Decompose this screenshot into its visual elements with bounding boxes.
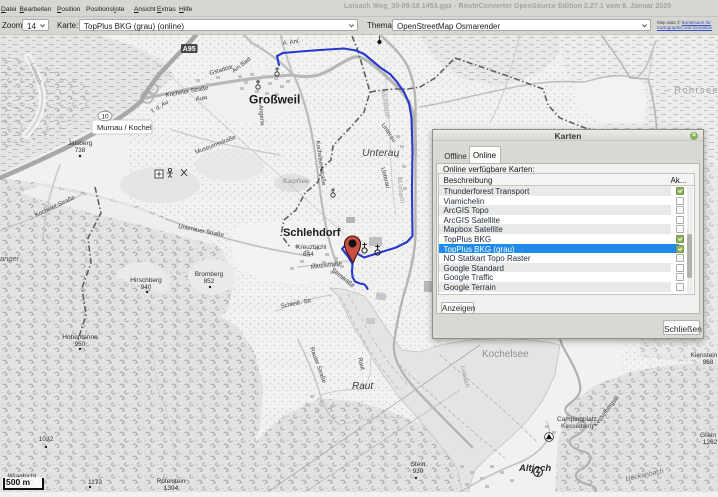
svg-text:Unterau: Unterau (362, 147, 400, 159)
svg-text:Hohentanne: Hohentanne (62, 334, 98, 341)
svg-text:1394: 1394 (164, 485, 179, 492)
svg-text:1262: 1262 (703, 439, 718, 446)
svg-text:Großweil: Großweil (249, 93, 300, 107)
svg-text:Murnau / Kochel: Murnau / Kochel (97, 123, 152, 132)
svg-text:Bromberg: Bromberg (195, 271, 224, 278)
svg-text:Kienstein: Kienstein (691, 352, 718, 359)
svg-text:Grain: Grain (700, 432, 716, 439)
svg-text:738: 738 (75, 147, 86, 154)
svg-text:852: 852 (204, 278, 215, 285)
svg-text:Karpfsee: Karpfsee (283, 178, 309, 185)
svg-text:anger: anger (0, 254, 20, 263)
svg-text:Rötelstein: Rötelstein (157, 478, 186, 485)
svg-text:Schlehdorf: Schlehdorf (283, 227, 341, 239)
svg-text:– Rohrsee: – Rohrsee (664, 85, 718, 95)
svg-text:1173: 1173 (88, 479, 102, 486)
svg-text:A95: A95 (183, 46, 196, 53)
svg-text:Kochelsee: Kochelsee (482, 349, 529, 360)
svg-text:968: 968 (703, 359, 714, 366)
svg-text:930: 930 (413, 468, 424, 475)
svg-text:950: 950 (75, 341, 86, 348)
svg-text:Kreuzbichl: Kreuzbichl (296, 244, 327, 251)
svg-text:Stein: Stein (411, 461, 426, 468)
svg-text:644: 644 (303, 251, 314, 258)
svg-text:10: 10 (101, 114, 109, 121)
svg-text:Jaisberg: Jaisberg (68, 140, 93, 147)
svg-text:Hirschberg: Hirschberg (130, 277, 162, 284)
svg-text:Raut: Raut (352, 381, 374, 392)
svg-text:Campingplatz: Campingplatz (557, 416, 597, 423)
svg-text:Kesselberg: Kesselberg (561, 423, 594, 430)
svg-text:940: 940 (141, 284, 152, 291)
svg-text:1032: 1032 (39, 436, 54, 443)
